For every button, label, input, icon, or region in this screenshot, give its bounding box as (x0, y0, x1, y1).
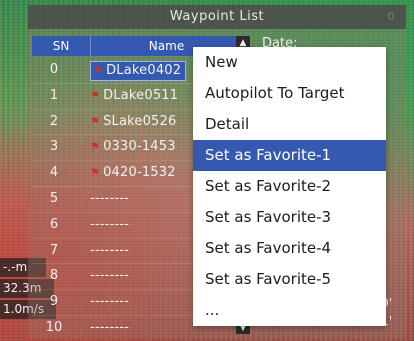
row-name-text: DLake0511 (103, 87, 179, 103)
row-name: ⚑ DLake0402 (90, 61, 187, 81)
row-sn: 7 (49, 242, 59, 258)
row-sn: 0 (49, 62, 59, 77)
window-title-bar: Waypoint List 0 (28, 5, 406, 29)
menu-item-set-favorite-1[interactable]: Set as Favorite-1 (193, 140, 386, 171)
row-name: ⚑ 0330-1453 (90, 139, 176, 154)
menu-item-set-favorite-5[interactable]: Set as Favorite-5 (193, 264, 386, 295)
row-name-text: -------- (90, 294, 130, 310)
row-name: -------- (90, 243, 129, 258)
waypoint-flag-icon: ⚑ (93, 64, 104, 77)
row-sn: 3 (49, 139, 59, 155)
row-name-text: -------- (90, 268, 130, 284)
row-name-text: SLake0526 (103, 113, 177, 129)
row-name-text: -------- (90, 216, 130, 232)
row-name-text: 0420-1532 (103, 165, 176, 181)
row-name: -------- (90, 320, 129, 335)
row-sn: 1 (49, 87, 59, 103)
row-name-text: -------- (90, 319, 130, 335)
menu-item-autopilot-to-target[interactable]: Autopilot To Target (193, 78, 386, 109)
column-header-sn[interactable]: SN (32, 36, 90, 56)
row-name: -------- (90, 268, 129, 283)
row-sn: 10 (45, 319, 63, 335)
row-name: ⚑ DLake0511 (90, 88, 178, 103)
row-name-text: DLake0402 (106, 63, 182, 78)
menu-item-new[interactable]: New (193, 47, 386, 78)
row-name: -------- (90, 191, 129, 206)
waypoint-flag-icon: ⚑ (90, 114, 101, 128)
row-sn: 2 (49, 113, 59, 129)
row-sn: 4 (49, 165, 59, 181)
row-name-text: 0330-1453 (103, 139, 176, 155)
row-name-text: -------- (90, 242, 130, 258)
row-name: -------- (90, 294, 129, 309)
row-sn: 8 (49, 268, 59, 284)
menu-item-detail[interactable]: Detail (193, 109, 386, 140)
window-badge: 0 (387, 10, 395, 23)
row-sn: 9 (49, 294, 59, 310)
menu-item-set-favorite-3[interactable]: Set as Favorite-3 (193, 202, 386, 233)
waypoint-flag-icon: ⚑ (90, 166, 101, 180)
row-name: ⚑ SLake0526 (90, 114, 176, 129)
menu-item-more[interactable]: ... (193, 295, 386, 326)
context-menu: New Autopilot To Target Detail Set as Favor… (193, 47, 386, 326)
row-sn: 6 (49, 216, 59, 232)
row-name-text: -------- (90, 190, 130, 206)
row-name: ⚑ 0420-1532 (90, 165, 176, 180)
menu-item-set-favorite-2[interactable]: Set as Favorite-2 (193, 171, 386, 202)
window-title: Waypoint List (169, 9, 265, 24)
row-name: -------- (90, 217, 129, 232)
waypoint-flag-icon: ⚑ (90, 140, 101, 154)
waypoint-flag-icon: ⚑ (90, 88, 101, 102)
row-sn: 5 (49, 190, 59, 206)
menu-item-set-favorite-4[interactable]: Set as Favorite-4 (193, 233, 386, 264)
